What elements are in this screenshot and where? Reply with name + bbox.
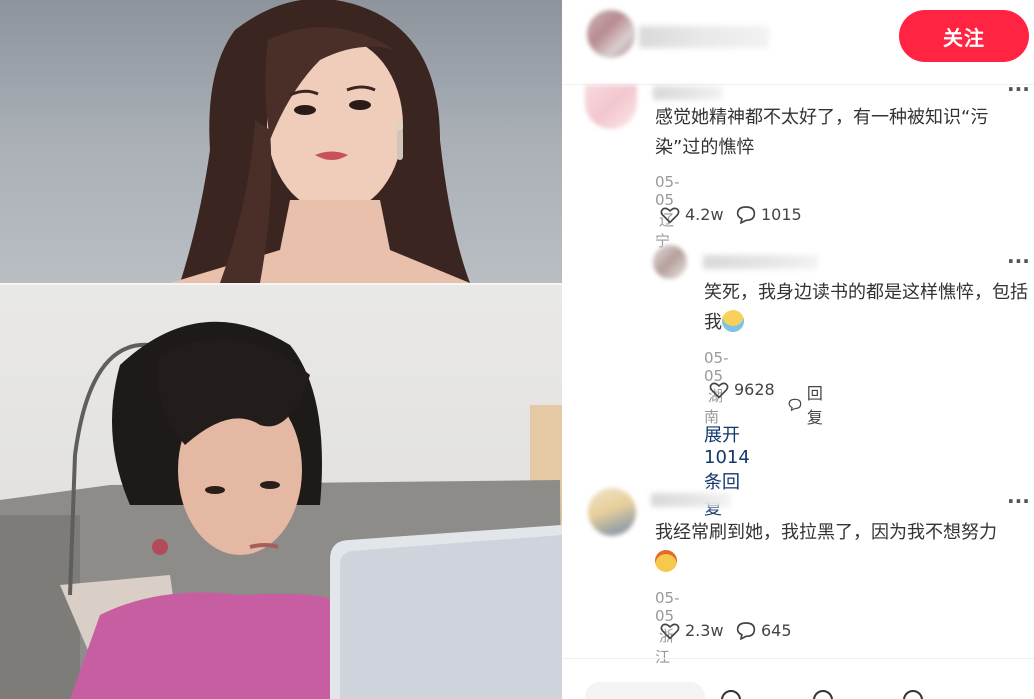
like-button[interactable]: 2.3w xyxy=(660,621,724,640)
commenter-avatar[interactable] xyxy=(585,85,637,129)
portrait-illustration-bottom xyxy=(0,321,562,699)
like-count: 9628 xyxy=(734,380,775,399)
more-options-icon[interactable]: ··· xyxy=(1007,491,1030,511)
reply-count: 1015 xyxy=(761,205,802,224)
comment-bubble-icon xyxy=(736,622,756,640)
comment-date: 05-05 xyxy=(655,589,680,625)
favorite-icon[interactable] xyxy=(813,690,833,699)
heart-icon xyxy=(660,207,680,224)
like-count: 4.2w xyxy=(685,205,724,224)
comment-bubble-icon xyxy=(736,206,756,224)
post-image[interactable] xyxy=(0,0,562,699)
post-detail-screen: 关注 ··· 感觉她精神都不太好了，有一种被知识“污染”过的憔悴 05-05 辽… xyxy=(0,0,1034,699)
comment-bubble-icon xyxy=(788,398,802,411)
replier-name-blurred[interactable] xyxy=(703,255,818,269)
portrait-photo-top xyxy=(0,0,562,283)
comment-text: 我经常刷到她，我拉黑了，因为我不想努力 xyxy=(655,518,1025,578)
replier-avatar[interactable] xyxy=(653,245,687,279)
reply-text-content: 笑死，我身边读书的都是这样憔悴，包括我 xyxy=(704,282,1028,333)
heart-icon xyxy=(660,623,680,640)
heart-icon xyxy=(709,382,729,399)
author-avatar[interactable] xyxy=(587,10,635,58)
like-post-icon[interactable] xyxy=(721,690,741,699)
crying-face-emoji xyxy=(722,310,744,332)
portrait-illustration-top xyxy=(170,0,470,283)
smiling-face-emoji xyxy=(655,550,677,572)
like-button[interactable]: 9628 xyxy=(709,380,775,399)
like-count: 2.3w xyxy=(685,621,724,640)
reply-text: 笑死，我身边读书的都是这样憔悴，包括我 xyxy=(704,278,1034,338)
commenter-avatar[interactable] xyxy=(588,488,636,536)
like-button[interactable]: 4.2w xyxy=(660,205,724,224)
comments-panel: 关注 ··· 感觉她精神都不太好了，有一种被知识“污染”过的憔悴 05-05 辽… xyxy=(563,0,1034,699)
comment-text: 感觉她精神都不太好了，有一种被知识“污染”过的憔悴 xyxy=(655,107,989,158)
comment-icon[interactable] xyxy=(903,690,923,699)
reply-button[interactable]: 645 xyxy=(736,621,792,640)
reply-label: 回复 xyxy=(806,384,823,427)
more-options-icon[interactable]: ··· xyxy=(1007,79,1030,99)
follow-button[interactable]: 关注 xyxy=(899,10,1029,62)
reply-button[interactable]: 回复 xyxy=(788,380,829,428)
portrait-photo-bottom xyxy=(0,285,562,699)
comment-date: 05-05 xyxy=(655,173,680,209)
commenter-name-blurred[interactable] xyxy=(651,493,731,507)
reply-count: 645 xyxy=(761,621,792,640)
more-options-icon[interactable]: ··· xyxy=(1007,251,1030,271)
reply-button[interactable]: 1015 xyxy=(736,205,802,224)
comment-input-field[interactable] xyxy=(585,682,705,699)
commenter-name-blurred[interactable] xyxy=(653,86,723,100)
footer-divider xyxy=(563,658,1034,659)
comment-text-content: 我经常刷到她，我拉黑了，因为我不想努力 xyxy=(655,522,997,543)
author-name-blurred[interactable] xyxy=(639,26,769,48)
